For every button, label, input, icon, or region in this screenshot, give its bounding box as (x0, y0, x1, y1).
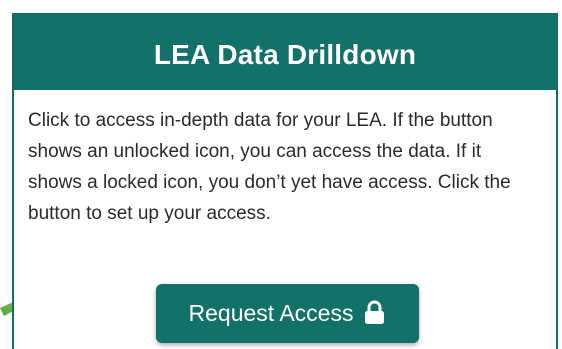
card-description: Click to access in-depth data for your L… (28, 110, 511, 224)
lock-icon (365, 300, 385, 324)
request-access-button[interactable]: Request Access (156, 284, 419, 343)
card-title: LEA Data Drilldown (153, 38, 417, 70)
card-header: LEA Data Drilldown (14, 15, 556, 90)
lea-data-drilldown-card: LEA Data Drilldown Click to access in-de… (12, 13, 558, 349)
request-access-label: Request Access (188, 300, 354, 326)
